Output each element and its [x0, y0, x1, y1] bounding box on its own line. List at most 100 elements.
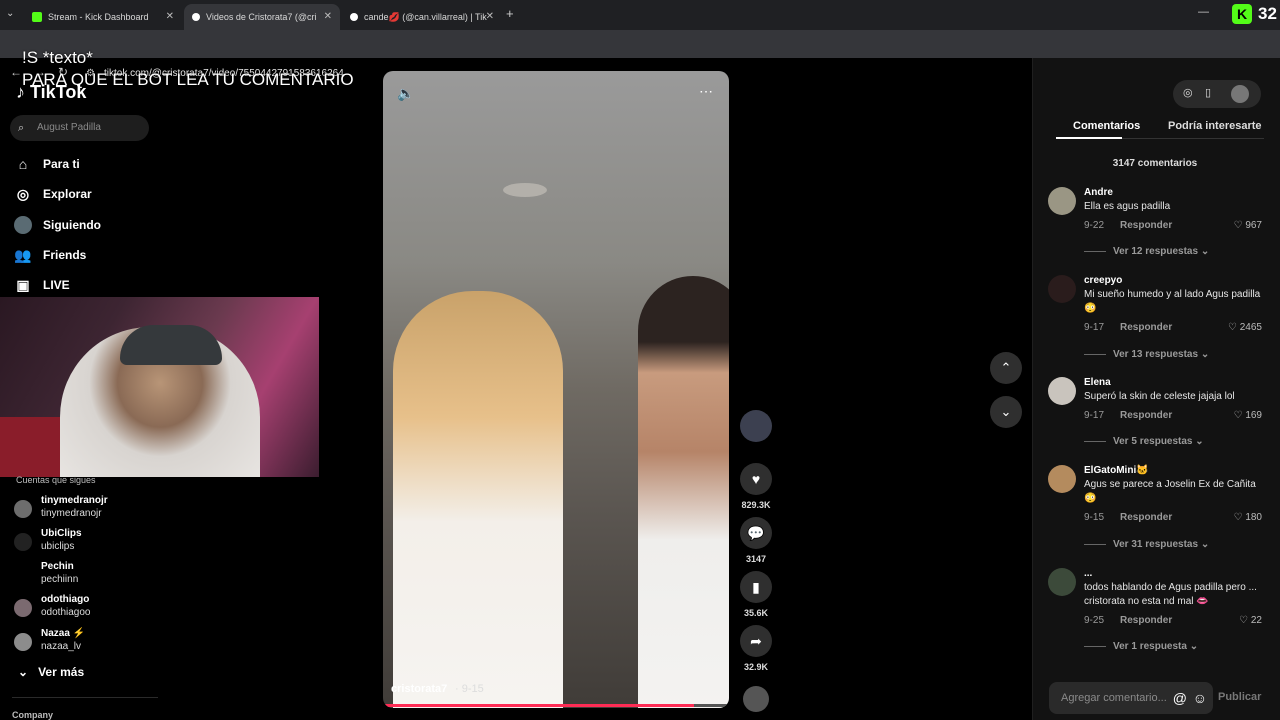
view-replies-label: Ver 5 respuestas — [1113, 436, 1193, 447]
view-replies-button[interactable]: Ver 1 respuesta ⌄ — [1084, 641, 1198, 652]
comment-like-button[interactable]: ♡ 169 — [1234, 410, 1262, 421]
close-tab-icon[interactable]: ✕ — [486, 11, 494, 22]
tab-podria-interesarte[interactable]: Podría interesarte — [1168, 120, 1262, 132]
comment-text: todos hablando de Agus padilla pero ... … — [1084, 582, 1257, 607]
tab-title: cande💋 (@can.villarreal) | Tik — [364, 11, 487, 22]
close-tab-icon[interactable]: ✕ — [166, 11, 174, 22]
avatar[interactable] — [1048, 377, 1076, 405]
avatar[interactable] — [1048, 187, 1076, 215]
tab-comentarios[interactable]: Comentarios — [1073, 120, 1140, 132]
ver-mas-button[interactable]: ⌄ Ver más — [18, 665, 84, 679]
comment-like-button[interactable]: ♡ 2465 — [1228, 322, 1262, 333]
view-replies-button[interactable]: Ver 13 respuestas ⌄ — [1084, 349, 1209, 360]
comment-text: Mi sueño humedo y al lado Agus padilla 😳 — [1084, 289, 1261, 314]
user-avatar[interactable] — [1231, 85, 1249, 103]
sidebar-item-label: Explorar — [43, 187, 92, 201]
volume-icon[interactable]: 🔈 — [397, 85, 414, 102]
tab-kick-dashboard[interactable]: Stream - Kick Dashboard ✕ — [24, 4, 182, 30]
sidebar-divider — [12, 697, 158, 698]
comment-item: Andre Ella es agus padilla 9-22 Responde… — [1048, 187, 1264, 267]
tiktok-logo[interactable]: ♪ TikTok — [16, 82, 86, 103]
ver-mas-label: Ver más — [38, 665, 85, 679]
tab-search-icon[interactable]: ⌄ — [6, 8, 14, 19]
heart-outline-icon: ♡ — [1233, 220, 1243, 231]
comment-like-button[interactable]: ♡ 180 — [1234, 512, 1262, 523]
publish-button[interactable]: Publicar — [1218, 691, 1261, 703]
comment-date: 9-17 — [1084, 410, 1105, 421]
view-replies-button[interactable]: Ver 12 respuestas ⌄ — [1084, 246, 1209, 257]
comment-date: 9-22 — [1084, 220, 1105, 231]
sound-disc-button[interactable] — [740, 686, 772, 712]
sidebar-item-para-ti[interactable]: ⌂ Para ti — [14, 152, 80, 176]
view-replies-button[interactable]: Ver 5 respuestas ⌄ — [1084, 436, 1204, 447]
explore-icon[interactable]: ◎ — [1183, 86, 1193, 99]
comment-user[interactable]: ... — [1084, 568, 1092, 579]
chevron-down-icon: ⌄ — [18, 665, 29, 679]
comment-user[interactable]: Elena — [1084, 377, 1111, 388]
comment-like-button[interactable]: ♡ 22 — [1239, 615, 1262, 626]
avatar[interactable] — [1048, 275, 1076, 303]
kick-counter: 32 — [1258, 4, 1277, 23]
comment-like-count: 22 — [1250, 615, 1262, 626]
close-tab-icon[interactable]: ✕ — [324, 11, 332, 22]
mention-icon[interactable]: @ — [1173, 682, 1187, 714]
back-icon[interactable]: ← — [10, 65, 22, 79]
minimize-icon[interactable]: — — [1198, 6, 1209, 18]
comment-user[interactable]: creepyo — [1084, 275, 1122, 286]
save-button[interactable]: ▮ 35.6K — [740, 571, 772, 618]
avatar[interactable] — [1048, 465, 1076, 493]
emoji-icon[interactable]: ☺ — [1193, 682, 1207, 714]
heart-outline-icon: ♡ — [1228, 322, 1237, 333]
new-tab-button[interactable]: + — [506, 6, 514, 21]
comment-user[interactable]: Andre — [1084, 187, 1113, 198]
reply-button[interactable]: Responder — [1120, 322, 1172, 333]
music-disc-icon — [743, 686, 769, 712]
reply-button[interactable]: Responder — [1120, 220, 1172, 231]
author-avatar-button[interactable] — [740, 410, 772, 442]
sidebar-item-explorar[interactable]: ◎ Explorar — [14, 182, 92, 206]
like-count: 829.3K — [741, 500, 771, 510]
view-replies-button[interactable]: Ver 31 respuestas ⌄ — [1084, 539, 1209, 550]
comment-item: ... todos hablando de Agus padilla pero … — [1048, 568, 1264, 658]
reply-button[interactable]: Responder — [1120, 615, 1172, 626]
comment-like-count: 2465 — [1239, 322, 1262, 333]
logo-text: TikTok — [30, 82, 87, 102]
reply-button[interactable]: Responder — [1120, 410, 1172, 421]
account-name: Nazaa ⚡ — [41, 628, 86, 639]
company-link[interactable]: Company — [12, 710, 53, 720]
account-handle: pechiinn — [41, 574, 79, 585]
video-progress-bar[interactable] — [383, 704, 729, 707]
comment-user[interactable]: ElGatoMini🐱 — [1084, 465, 1149, 476]
sidebar-item-live[interactable]: ▣ LIVE — [14, 273, 69, 297]
like-button[interactable]: ♥ 829.3K — [740, 463, 772, 510]
comment-input[interactable]: Agregar comentario... @ ☺ — [1049, 682, 1213, 714]
share-button[interactable]: ➦ 32.9K — [740, 625, 772, 672]
heart-outline-icon: ♡ — [1233, 410, 1243, 421]
kick-logo-icon: K — [1232, 4, 1252, 24]
tab-tiktok-cande[interactable]: cande💋 (@can.villarreal) | Tik ✕ — [342, 4, 502, 30]
comment-date: 9-25 — [1084, 615, 1105, 626]
video-player[interactable]: 🔈 ⋯ cristorata7 · 9-15 — [383, 71, 729, 708]
comment-like-button[interactable]: ♡ 967 — [1234, 220, 1262, 231]
comment-button[interactable]: 💬 3147 — [740, 517, 772, 564]
video-author[interactable]: cristorata7 — [391, 683, 447, 695]
device-icon[interactable]: ▯ — [1205, 86, 1211, 99]
more-options-icon[interactable]: ⋯ — [699, 83, 713, 100]
chevron-up-icon: ⌃ — [1000, 360, 1012, 375]
reply-button[interactable]: Responder — [1120, 512, 1172, 523]
comment-text: Ella es agus padilla — [1084, 201, 1171, 212]
avatar[interactable] — [1048, 568, 1076, 596]
author-avatar — [740, 410, 772, 442]
sidebar-item-siguiendo[interactable]: Siguiendo — [14, 213, 101, 237]
view-replies-label: Ver 1 respuesta — [1113, 641, 1187, 652]
following-accounts-title: Cuentas que sigues — [16, 475, 96, 485]
next-video-button[interactable]: ⌄ — [990, 396, 1022, 428]
search-input[interactable]: ⌕ August Padilla — [10, 115, 149, 141]
previous-video-button[interactable]: ⌃ — [990, 352, 1022, 384]
tiktok-favicon-icon — [192, 13, 200, 21]
video-person-left — [393, 291, 563, 708]
tab-tiktok-videos[interactable]: Videos de Cristorata7 (@cri ✕ — [184, 4, 340, 30]
comment-icon: 💬 — [740, 517, 772, 549]
account-handle: nazaa_lv — [41, 641, 82, 652]
sidebar-item-friends[interactable]: 👥 Friends — [14, 243, 86, 267]
